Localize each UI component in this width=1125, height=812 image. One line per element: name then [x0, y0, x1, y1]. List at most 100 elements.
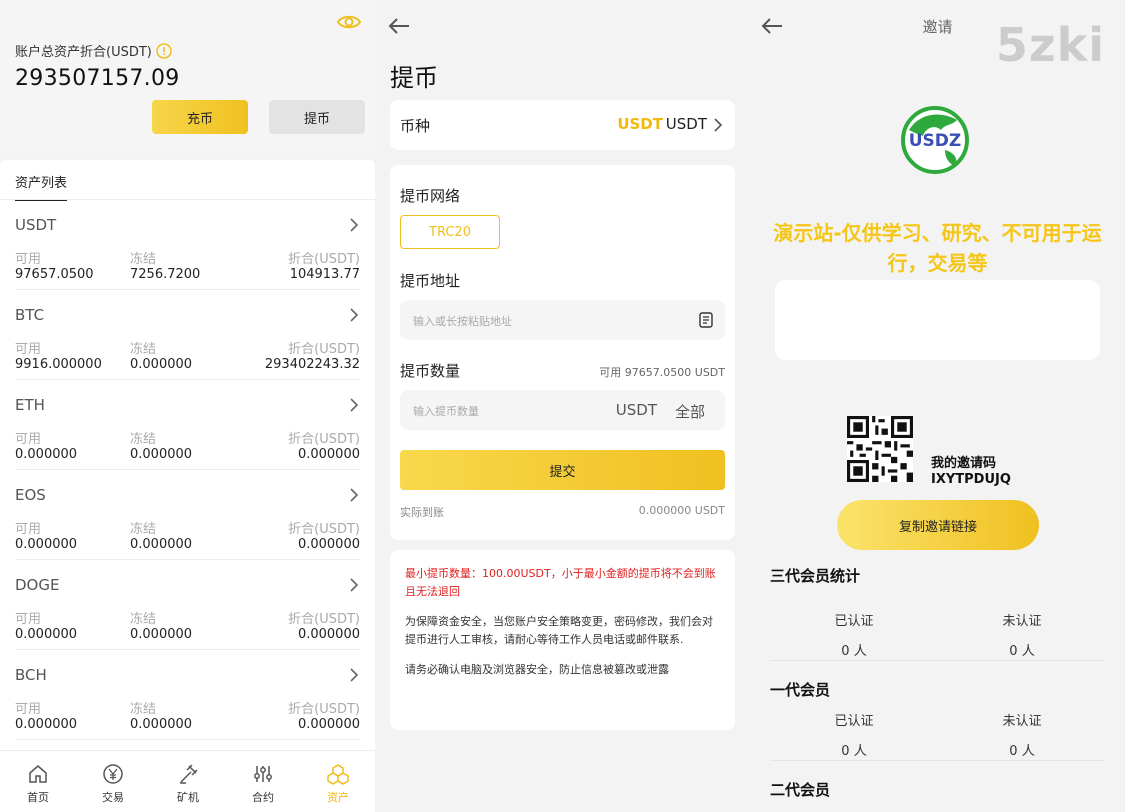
unverified-label: 未认证: [1002, 614, 1042, 629]
invite-code-value: IXYTPDUJQ: [931, 472, 1011, 487]
qr-code: [847, 416, 913, 482]
section-divider: [770, 660, 1105, 661]
amount-placeholder: 输入提币数量: [413, 405, 479, 418]
equivalent-value: 293402243.32: [264, 357, 360, 372]
deposit-button[interactable]: 充币: [152, 100, 248, 134]
withdraw-form: 提币网络 TRC20 提币地址 输入或长按粘贴地址 提币数量 可用 97657.…: [390, 165, 735, 540]
browser-notice: 请务必确认电脑及浏览器安全，防止信息被篡改或泄露: [405, 663, 669, 676]
frozen-value: 0.000000: [130, 717, 193, 732]
assets-panel: 账户总资产折合(USDT) 293507157.09 充币 提币 资产列表 US…: [0, 0, 375, 812]
demo-headline: 演示站-仅供学习、研究、不可用于运行，交易等: [773, 221, 1102, 275]
tab-miner[interactable]: 矿机: [158, 763, 218, 805]
equivalent-label: 折合(USDT): [288, 342, 360, 357]
bottom-tabbar: 首页 交易 矿机 合约 资产: [0, 750, 375, 812]
equivalent-label: 折合(USDT): [288, 522, 360, 537]
asset-row[interactable]: EOS 可用 冻结 折合(USDT) 0.000000 0.000000 0.000000: [0, 470, 375, 560]
coin-name: BTC: [15, 306, 45, 324]
coin-name: EOS: [15, 486, 46, 504]
tab-assets[interactable]: 资产: [308, 763, 368, 805]
tab-asset-list[interactable]: 资产列表: [15, 172, 68, 201]
coin-symbol-highlight: USDT: [617, 115, 663, 133]
frozen-label: 冻结: [130, 432, 157, 447]
paste-icon[interactable]: [697, 311, 715, 329]
address-placeholder: 输入或长按粘贴地址: [413, 315, 512, 328]
verified-label: 已认证: [834, 714, 874, 729]
available-value: 0.000000: [15, 537, 78, 552]
eye-icon[interactable]: [337, 10, 361, 34]
unverified-label: 未认证: [1002, 714, 1042, 729]
submit-button[interactable]: 提交: [400, 450, 725, 490]
frozen-label: 冻结: [130, 522, 157, 537]
coin-name: DOGE: [15, 576, 60, 594]
unverified-count: 0 人: [1009, 744, 1035, 759]
section-divider: [770, 760, 1105, 761]
back-arrow-icon[interactable]: [387, 16, 411, 36]
amount-all-button[interactable]: 全部: [675, 401, 705, 422]
equivalent-value: 0.000000: [297, 537, 360, 552]
page-title: 提币: [390, 64, 438, 92]
verified-count: 0 人: [841, 644, 867, 659]
cubes-icon: [327, 764, 349, 785]
sliders-icon: [254, 766, 272, 782]
home-icon: [29, 765, 47, 783]
actual-received-label: 实际到账: [400, 506, 444, 519]
coin-label: 币种: [400, 117, 431, 135]
chevron-right-icon: [350, 578, 359, 592]
invite-link-box: [775, 280, 1100, 360]
frozen-value: 0.000000: [130, 627, 193, 642]
equivalent-label: 折合(USDT): [288, 612, 360, 627]
available-value: 0.000000: [15, 447, 78, 462]
security-notice: 为保障资金安全，当您账户安全策略变更，密码修改，我们会对提币进行人工审核，请耐心…: [405, 615, 713, 646]
withdraw-panel: 提币 币种 USDT USDT 提币网络 TRC20 提币地址 输入或长按粘贴地…: [375, 0, 750, 812]
available-label: 可用: [15, 342, 42, 357]
total-assets-value: 293507157.09: [15, 66, 180, 91]
available-label: 可用: [15, 612, 42, 627]
available-value: 97657.0500: [15, 267, 94, 282]
asset-row[interactable]: BCH 可用 冻结 折合(USDT) 0.000000 0.000000 0.000000: [0, 650, 375, 740]
amount-input[interactable]: 输入提币数量 USDT 全部: [400, 390, 725, 430]
available-label: 可用: [15, 522, 42, 537]
network-chip-trc20[interactable]: TRC20: [400, 215, 500, 249]
copy-invite-link-button[interactable]: 复制邀请链接: [837, 500, 1039, 550]
tab-trade[interactable]: 交易: [83, 763, 143, 805]
invite-code-label: 我的邀请码: [931, 456, 997, 471]
frozen-value: 0.000000: [130, 447, 193, 462]
asset-row[interactable]: ETH 可用 冻结 折合(USDT) 0.000000 0.000000 0.000000: [0, 380, 375, 470]
logo-text: USDZ: [909, 131, 962, 151]
asset-row[interactable]: USDT 可用 冻结 折合(USDT) 97657.0500 7256.7200 10491…: [0, 200, 375, 290]
withdraw-button[interactable]: 提币: [269, 100, 365, 134]
equivalent-value: 104913.77: [289, 267, 360, 282]
available-value: 0.000000: [15, 717, 78, 732]
tab-home[interactable]: 首页: [8, 763, 68, 805]
frozen-label: 冻结: [130, 702, 157, 717]
info-icon[interactable]: [156, 42, 172, 59]
coin-selector[interactable]: 币种 USDT USDT: [390, 100, 735, 150]
actual-received-value: 0.000000 USDT: [638, 504, 725, 517]
address-input[interactable]: 输入或长按粘贴地址: [400, 300, 725, 340]
coin-name: USDT: [15, 216, 57, 234]
chevron-right-icon: [350, 218, 359, 232]
asset-row[interactable]: BTC 可用 冻结 折合(USDT) 9916.000000 0.000000 293402…: [0, 290, 375, 380]
equivalent-label: 折合(USDT): [288, 702, 360, 717]
row-divider: [15, 739, 360, 740]
section-title: 二代会员: [770, 781, 831, 799]
equivalent-value: 0.000000: [297, 717, 360, 732]
tab-miner-label: 矿机: [177, 791, 199, 804]
asset-row[interactable]: DOGE 可用 冻结 折合(USDT) 0.000000 0.000000 0.000000: [0, 560, 375, 650]
equivalent-value: 0.000000: [297, 627, 360, 642]
unverified-count: 0 人: [1009, 644, 1035, 659]
available-value: 0.000000: [15, 627, 78, 642]
tab-assets-label: 资产: [327, 791, 349, 804]
miner-icon: [180, 764, 198, 784]
available-balance: 可用 97657.0500 USDT: [599, 366, 725, 379]
chevron-right-icon: [714, 118, 723, 132]
frozen-label: 冻结: [130, 252, 157, 267]
equivalent-value: 0.000000: [297, 447, 360, 462]
yen-icon: [103, 764, 123, 784]
address-label: 提币地址: [400, 272, 461, 290]
chevron-right-icon: [350, 668, 359, 682]
tab-contract[interactable]: 合约: [233, 763, 293, 805]
tab-home-label: 首页: [27, 791, 49, 804]
frozen-value: 0.000000: [130, 357, 193, 372]
verified-count: 0 人: [841, 744, 867, 759]
